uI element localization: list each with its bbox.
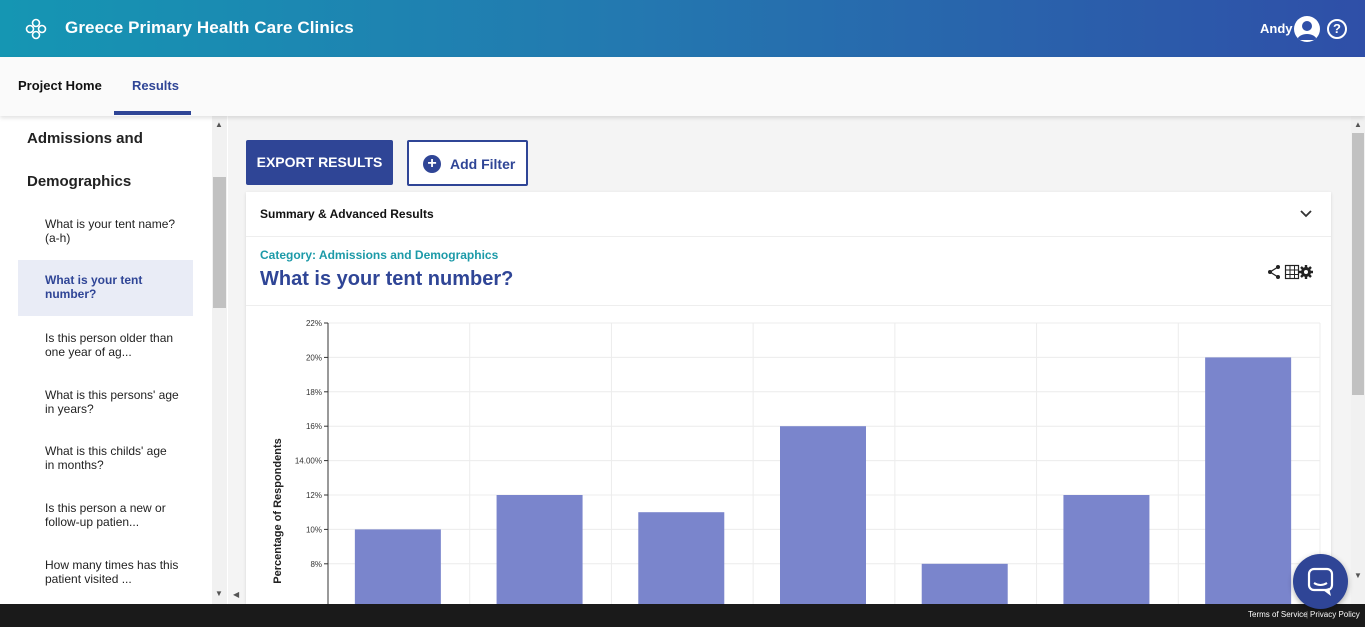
main-scroll-down-icon[interactable]: ▼ (1354, 571, 1362, 580)
add-filter-label: Add Filter (450, 156, 516, 172)
sidebar-item-times-visited[interactable]: How many times has this patient visited … (18, 558, 193, 586)
horizontal-scroll-left-icon[interactable]: ◀ (233, 590, 239, 599)
bar-1 (354, 529, 441, 604)
bar-3 (638, 512, 725, 604)
main-scroll-up-icon[interactable]: ▲ (1354, 120, 1362, 129)
bar-7 (1205, 357, 1292, 604)
bar-2 (496, 495, 583, 604)
app-title: Greece Primary Health Care Clinics (65, 18, 354, 37)
clover-logo-icon[interactable] (24, 17, 48, 41)
y-axis-label: Percentage of Respondents (272, 438, 284, 583)
y-tick-label: 22% (306, 319, 322, 328)
nav-bar: Project Home Results (0, 57, 1365, 116)
sidebar-item-age-months[interactable]: What is this childs' age in months? (18, 444, 193, 472)
chat-button[interactable] (1293, 554, 1348, 609)
sidebar-category-line1[interactable]: Admissions and (27, 130, 143, 147)
sidebar-item-new-followup[interactable]: Is this person a new or follow-up patien… (18, 501, 193, 529)
table-grid-icon[interactable] (1284, 264, 1300, 280)
question-title: What is your tent number? (260, 268, 514, 290)
summary-accordion[interactable]: Summary & Advanced Results (246, 192, 1331, 237)
bar-5 (921, 563, 1008, 604)
sidebar-scrollbar-thumb[interactable] (213, 177, 226, 308)
tab-project-home[interactable]: Project Home (18, 78, 102, 93)
y-tick-label: 12% (306, 491, 322, 500)
privacy-link[interactable]: Privacy Policy (1310, 610, 1360, 619)
sidebar-scroll-up-icon[interactable]: ▲ (215, 120, 223, 129)
y-tick-label: 18% (306, 388, 322, 397)
gear-icon[interactable] (1299, 265, 1313, 279)
y-tick-label: 14.00% (295, 457, 322, 466)
footer-separator: | (1306, 610, 1309, 619)
terms-link[interactable]: Terms of Service (1248, 610, 1308, 619)
main-scrollbar-thumb[interactable] (1352, 133, 1364, 395)
sidebar-category-line2[interactable]: Demographics (27, 173, 131, 190)
bar-chart: 8% 10% 12% 14.00% 16% 18% 20% 22% Percentage of … (272, 319, 1321, 604)
y-tick-label: 16% (306, 422, 322, 431)
user-name[interactable]: Andy (1260, 21, 1293, 36)
sidebar-item-older-than-one[interactable]: Is this person older than one year of ag… (18, 331, 193, 359)
bar-6 (1063, 495, 1150, 604)
question-category: Category: Admissions and Demographics (260, 248, 499, 262)
chevron-down-icon[interactable] (1299, 206, 1313, 220)
tab-results[interactable]: Results (132, 78, 179, 93)
footer: Terms of Service | Privacy Policy (0, 604, 1365, 627)
chat-icon (1307, 567, 1334, 596)
summary-label: Summary & Advanced Results (260, 207, 434, 221)
app-header: Greece Primary Health Care Clinics Andy … (0, 0, 1365, 57)
user-avatar-icon[interactable] (1294, 16, 1320, 42)
active-tab-indicator (114, 111, 191, 115)
export-results-button[interactable]: EXPORT RESULTS (246, 140, 393, 185)
sidebar-item-tent-name[interactable]: What is your tent name? (a-h) (18, 217, 193, 245)
question-sidebar: Admissions and Demographics What is your… (0, 116, 228, 604)
y-tick-label: 10% (306, 525, 322, 534)
y-tick-label: 8% (310, 560, 322, 569)
share-icon[interactable] (1268, 265, 1280, 279)
bar-4 (780, 426, 866, 604)
help-icon[interactable]: ? (1327, 19, 1347, 39)
sidebar-scroll-down-icon[interactable]: ▼ (215, 589, 223, 598)
sidebar-item-age-years[interactable]: What is this persons' age in years? (18, 388, 193, 416)
add-filter-button[interactable]: + Add Filter (407, 140, 528, 186)
y-tick-label: 20% (306, 353, 322, 362)
sidebar-item-tent-number[interactable]: What is your tent number? (18, 260, 193, 316)
results-card: Summary & Advanced Results Category: Adm… (246, 192, 1331, 604)
plus-circle-icon: + (423, 155, 441, 173)
chart-tools (1268, 264, 1313, 280)
